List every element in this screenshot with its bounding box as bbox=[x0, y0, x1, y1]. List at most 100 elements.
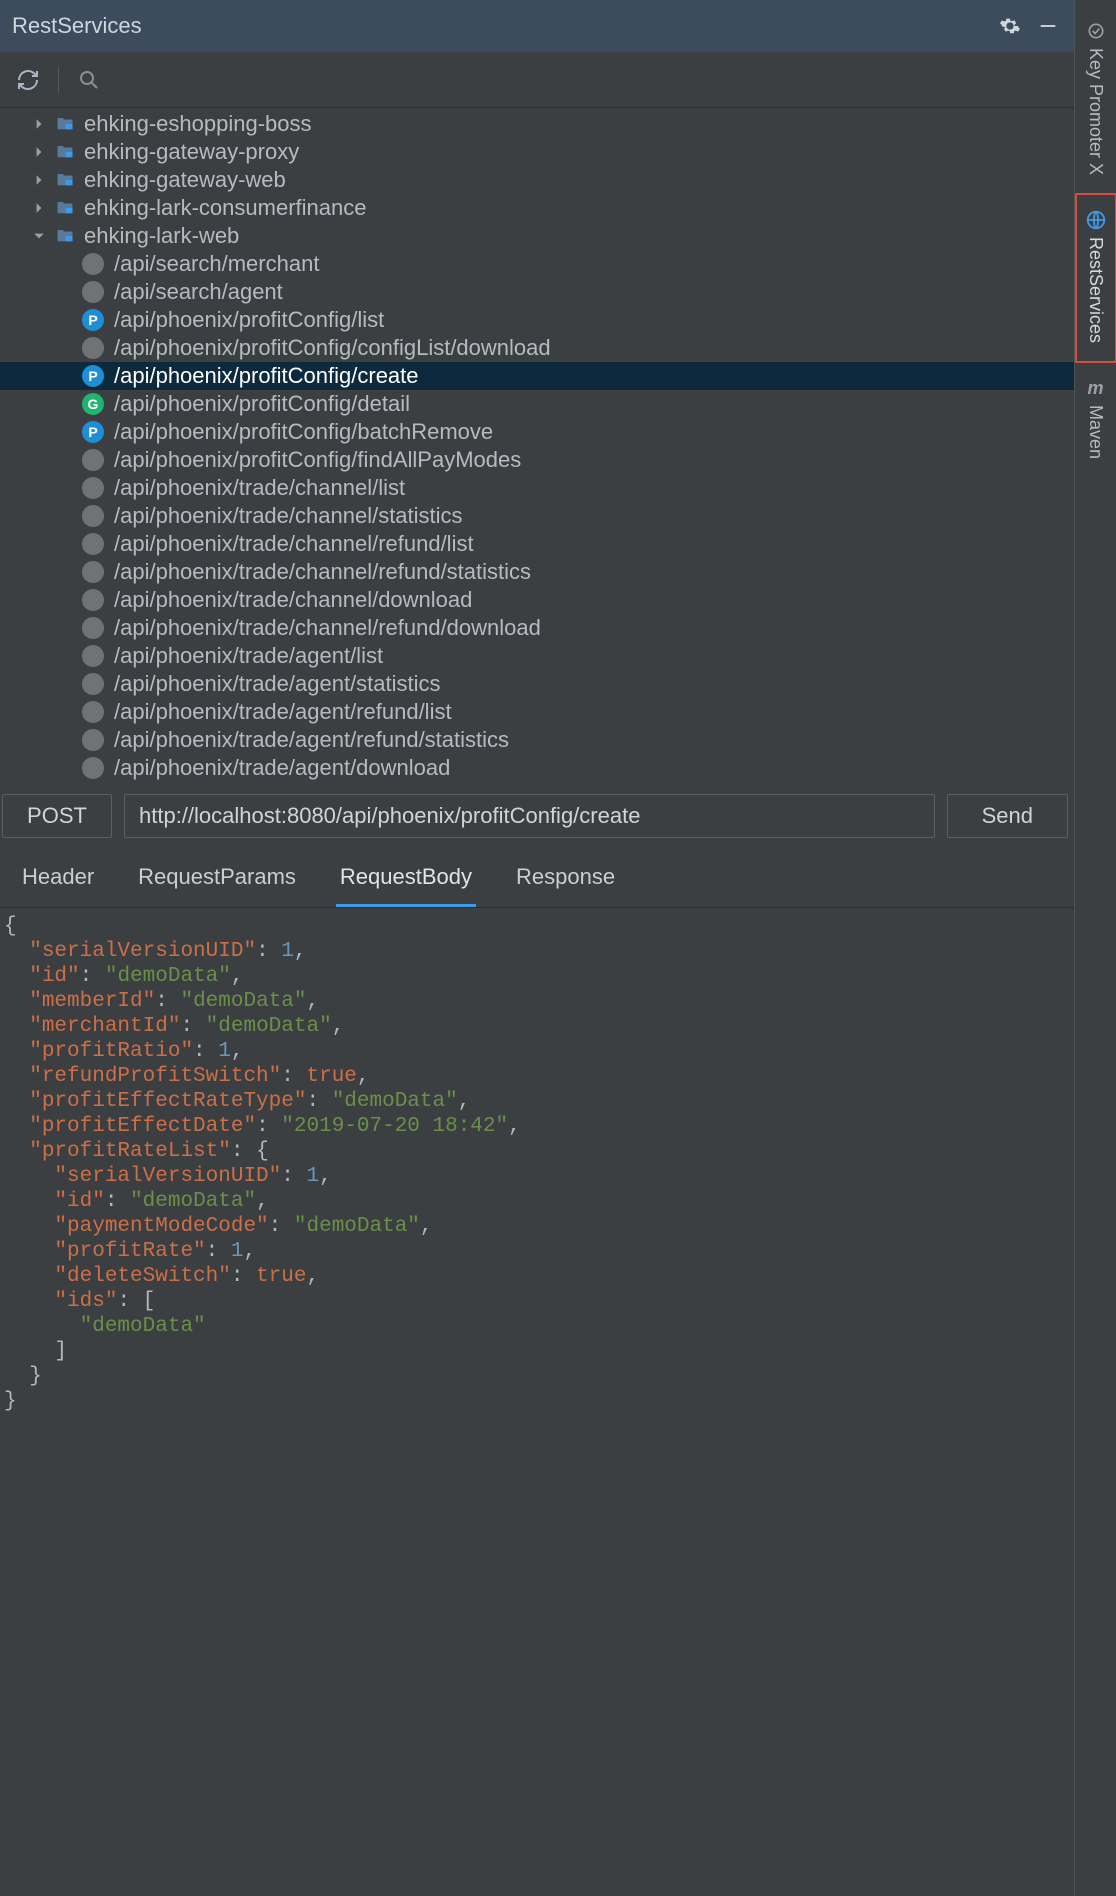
http-method-badge bbox=[82, 673, 104, 695]
rail-item-label: Key Promoter X bbox=[1085, 48, 1106, 175]
tree-endpoint[interactable]: /api/phoenix/trade/agent/statistics bbox=[0, 670, 1074, 698]
rail-item-label: Maven bbox=[1085, 405, 1106, 459]
tree-endpoint-label: /api/phoenix/trade/channel/list bbox=[114, 474, 405, 502]
rail-item-key-promoter[interactable]: Key Promoter X bbox=[1075, 6, 1116, 193]
tree-endpoint-label: /api/phoenix/trade/channel/refund/list bbox=[114, 530, 474, 558]
http-method-badge bbox=[82, 701, 104, 723]
tree-endpoint[interactable]: /api/phoenix/trade/agent/download bbox=[0, 754, 1074, 782]
http-method-badge bbox=[82, 533, 104, 555]
tree-endpoint-label: /api/phoenix/trade/channel/download bbox=[114, 586, 472, 614]
http-method-badge bbox=[82, 477, 104, 499]
chevron-right-icon[interactable] bbox=[30, 199, 48, 217]
tree-folder[interactable]: ehking-gateway-proxy bbox=[0, 138, 1074, 166]
request-body-editor[interactable]: { "serialVersionUID": 1, "id": "demoData… bbox=[0, 908, 1074, 1896]
tree-endpoint-label: /api/phoenix/trade/channel/statistics bbox=[114, 502, 463, 530]
maven-icon: m bbox=[1085, 377, 1107, 399]
tree-endpoint[interactable]: G/api/phoenix/profitConfig/detail bbox=[0, 390, 1074, 418]
tree-folder-label: ehking-lark-consumerfinance bbox=[84, 194, 366, 222]
http-method-badge bbox=[82, 281, 104, 303]
toolbar-divider bbox=[58, 66, 59, 94]
http-method-badge: P bbox=[82, 309, 104, 331]
tool-window-rail: Key Promoter X RestServices m Maven bbox=[1074, 0, 1116, 1896]
folder-icon bbox=[54, 197, 76, 219]
tree-endpoint[interactable]: /api/phoenix/trade/channel/list bbox=[0, 474, 1074, 502]
http-method-badge: G bbox=[82, 393, 104, 415]
rail-item-rest-services[interactable]: RestServices bbox=[1075, 193, 1116, 363]
http-method-badge: P bbox=[82, 421, 104, 443]
tree-folder[interactable]: ehking-lark-web bbox=[0, 222, 1074, 250]
tab-header[interactable]: Header bbox=[18, 858, 98, 907]
tree-endpoint-label: /api/phoenix/trade/agent/list bbox=[114, 642, 383, 670]
tree-folder-label: ehking-gateway-proxy bbox=[84, 138, 299, 166]
request-bar: POST Send bbox=[0, 786, 1074, 848]
chevron-right-icon[interactable] bbox=[30, 115, 48, 133]
tab-response[interactable]: Response bbox=[512, 858, 619, 907]
tree-folder-label: ehking-gateway-web bbox=[84, 166, 286, 194]
tree-endpoint[interactable]: /api/phoenix/trade/channel/statistics bbox=[0, 502, 1074, 530]
tree-folder[interactable]: ehking-eshopping-boss bbox=[0, 110, 1074, 138]
tree-endpoint-label: /api/phoenix/trade/agent/refund/list bbox=[114, 698, 452, 726]
request-url-input[interactable] bbox=[124, 794, 935, 838]
rest-services-icon bbox=[1085, 209, 1107, 231]
rail-item-maven[interactable]: m Maven bbox=[1075, 363, 1116, 477]
folder-icon bbox=[54, 225, 76, 247]
tree-endpoint-label: /api/phoenix/trade/agent/download bbox=[114, 754, 450, 782]
tree-endpoint[interactable]: /api/phoenix/profitConfig/findAllPayMode… bbox=[0, 446, 1074, 474]
tree-endpoint[interactable]: /api/search/agent bbox=[0, 278, 1074, 306]
tree-endpoint-label: /api/phoenix/trade/channel/refund/downlo… bbox=[114, 614, 541, 642]
key-promoter-icon bbox=[1085, 20, 1107, 42]
folder-icon bbox=[54, 113, 76, 135]
http-method-badge bbox=[82, 337, 104, 359]
tab-requestbody[interactable]: RequestBody bbox=[336, 858, 476, 907]
http-method-badge bbox=[82, 505, 104, 527]
refresh-button[interactable] bbox=[14, 66, 42, 94]
tree-endpoint-label: /api/search/agent bbox=[114, 278, 283, 306]
tree-endpoint-label: /api/phoenix/trade/agent/statistics bbox=[114, 670, 441, 698]
search-icon[interactable] bbox=[75, 66, 103, 94]
rail-item-label: RestServices bbox=[1085, 237, 1106, 343]
http-method-badge bbox=[82, 757, 104, 779]
http-method-badge bbox=[82, 449, 104, 471]
tree-endpoint[interactable]: P/api/phoenix/profitConfig/list bbox=[0, 306, 1074, 334]
tree-endpoint[interactable]: /api/search/merchant bbox=[0, 250, 1074, 278]
request-tabs: Header RequestParams RequestBody Response bbox=[0, 848, 1074, 908]
toolbar bbox=[0, 52, 1074, 108]
tree-endpoint[interactable]: /api/phoenix/trade/channel/refund/downlo… bbox=[0, 614, 1074, 642]
tree-folder[interactable]: ehking-gateway-web bbox=[0, 166, 1074, 194]
http-method-badge bbox=[82, 561, 104, 583]
minimize-icon[interactable] bbox=[1034, 12, 1062, 40]
chevron-right-icon[interactable] bbox=[30, 171, 48, 189]
tree-endpoint-label: /api/phoenix/profitConfig/create bbox=[114, 362, 419, 390]
titlebar: RestServices bbox=[0, 0, 1074, 52]
send-button[interactable]: Send bbox=[947, 794, 1068, 838]
folder-icon bbox=[54, 141, 76, 163]
tree-endpoint[interactable]: /api/phoenix/trade/channel/download bbox=[0, 586, 1074, 614]
http-method-badge bbox=[82, 589, 104, 611]
tree-endpoint[interactable]: P/api/phoenix/profitConfig/batchRemove bbox=[0, 418, 1074, 446]
tree-endpoint[interactable]: /api/phoenix/profitConfig/configList/dow… bbox=[0, 334, 1074, 362]
http-method-badge bbox=[82, 253, 104, 275]
tree-endpoint[interactable]: /api/phoenix/trade/channel/refund/statis… bbox=[0, 558, 1074, 586]
http-method-select[interactable]: POST bbox=[2, 794, 112, 838]
tree-endpoint[interactable]: /api/phoenix/trade/agent/refund/list bbox=[0, 698, 1074, 726]
tree-endpoint-label: /api/phoenix/profitConfig/batchRemove bbox=[114, 418, 493, 446]
http-method-badge: P bbox=[82, 365, 104, 387]
chevron-right-icon[interactable] bbox=[30, 143, 48, 161]
service-tree: ehking-eshopping-bossehking-gateway-prox… bbox=[0, 108, 1074, 786]
tab-requestparams[interactable]: RequestParams bbox=[134, 858, 300, 907]
tree-endpoint[interactable]: /api/phoenix/trade/agent/refund/statisti… bbox=[0, 726, 1074, 754]
tree-endpoint[interactable]: /api/phoenix/trade/agent/list bbox=[0, 642, 1074, 670]
tree-endpoint[interactable]: P/api/phoenix/profitConfig/create bbox=[0, 362, 1074, 390]
tree-folder[interactable]: ehking-lark-consumerfinance bbox=[0, 194, 1074, 222]
tree-endpoint-label: /api/search/merchant bbox=[114, 250, 319, 278]
tree-endpoint-label: /api/phoenix/profitConfig/detail bbox=[114, 390, 410, 418]
tree-endpoint[interactable]: /api/phoenix/trade/channel/refund/list bbox=[0, 530, 1074, 558]
tree-endpoint-label: /api/phoenix/trade/agent/refund/statisti… bbox=[114, 726, 509, 754]
tree-endpoint-label: /api/phoenix/profitConfig/list bbox=[114, 306, 384, 334]
gear-icon[interactable] bbox=[996, 12, 1024, 40]
http-method-badge bbox=[82, 617, 104, 639]
chevron-down-icon[interactable] bbox=[30, 227, 48, 245]
http-method-badge bbox=[82, 729, 104, 751]
tree-endpoint-label: /api/phoenix/profitConfig/configList/dow… bbox=[114, 334, 551, 362]
window-title: RestServices bbox=[12, 13, 986, 39]
